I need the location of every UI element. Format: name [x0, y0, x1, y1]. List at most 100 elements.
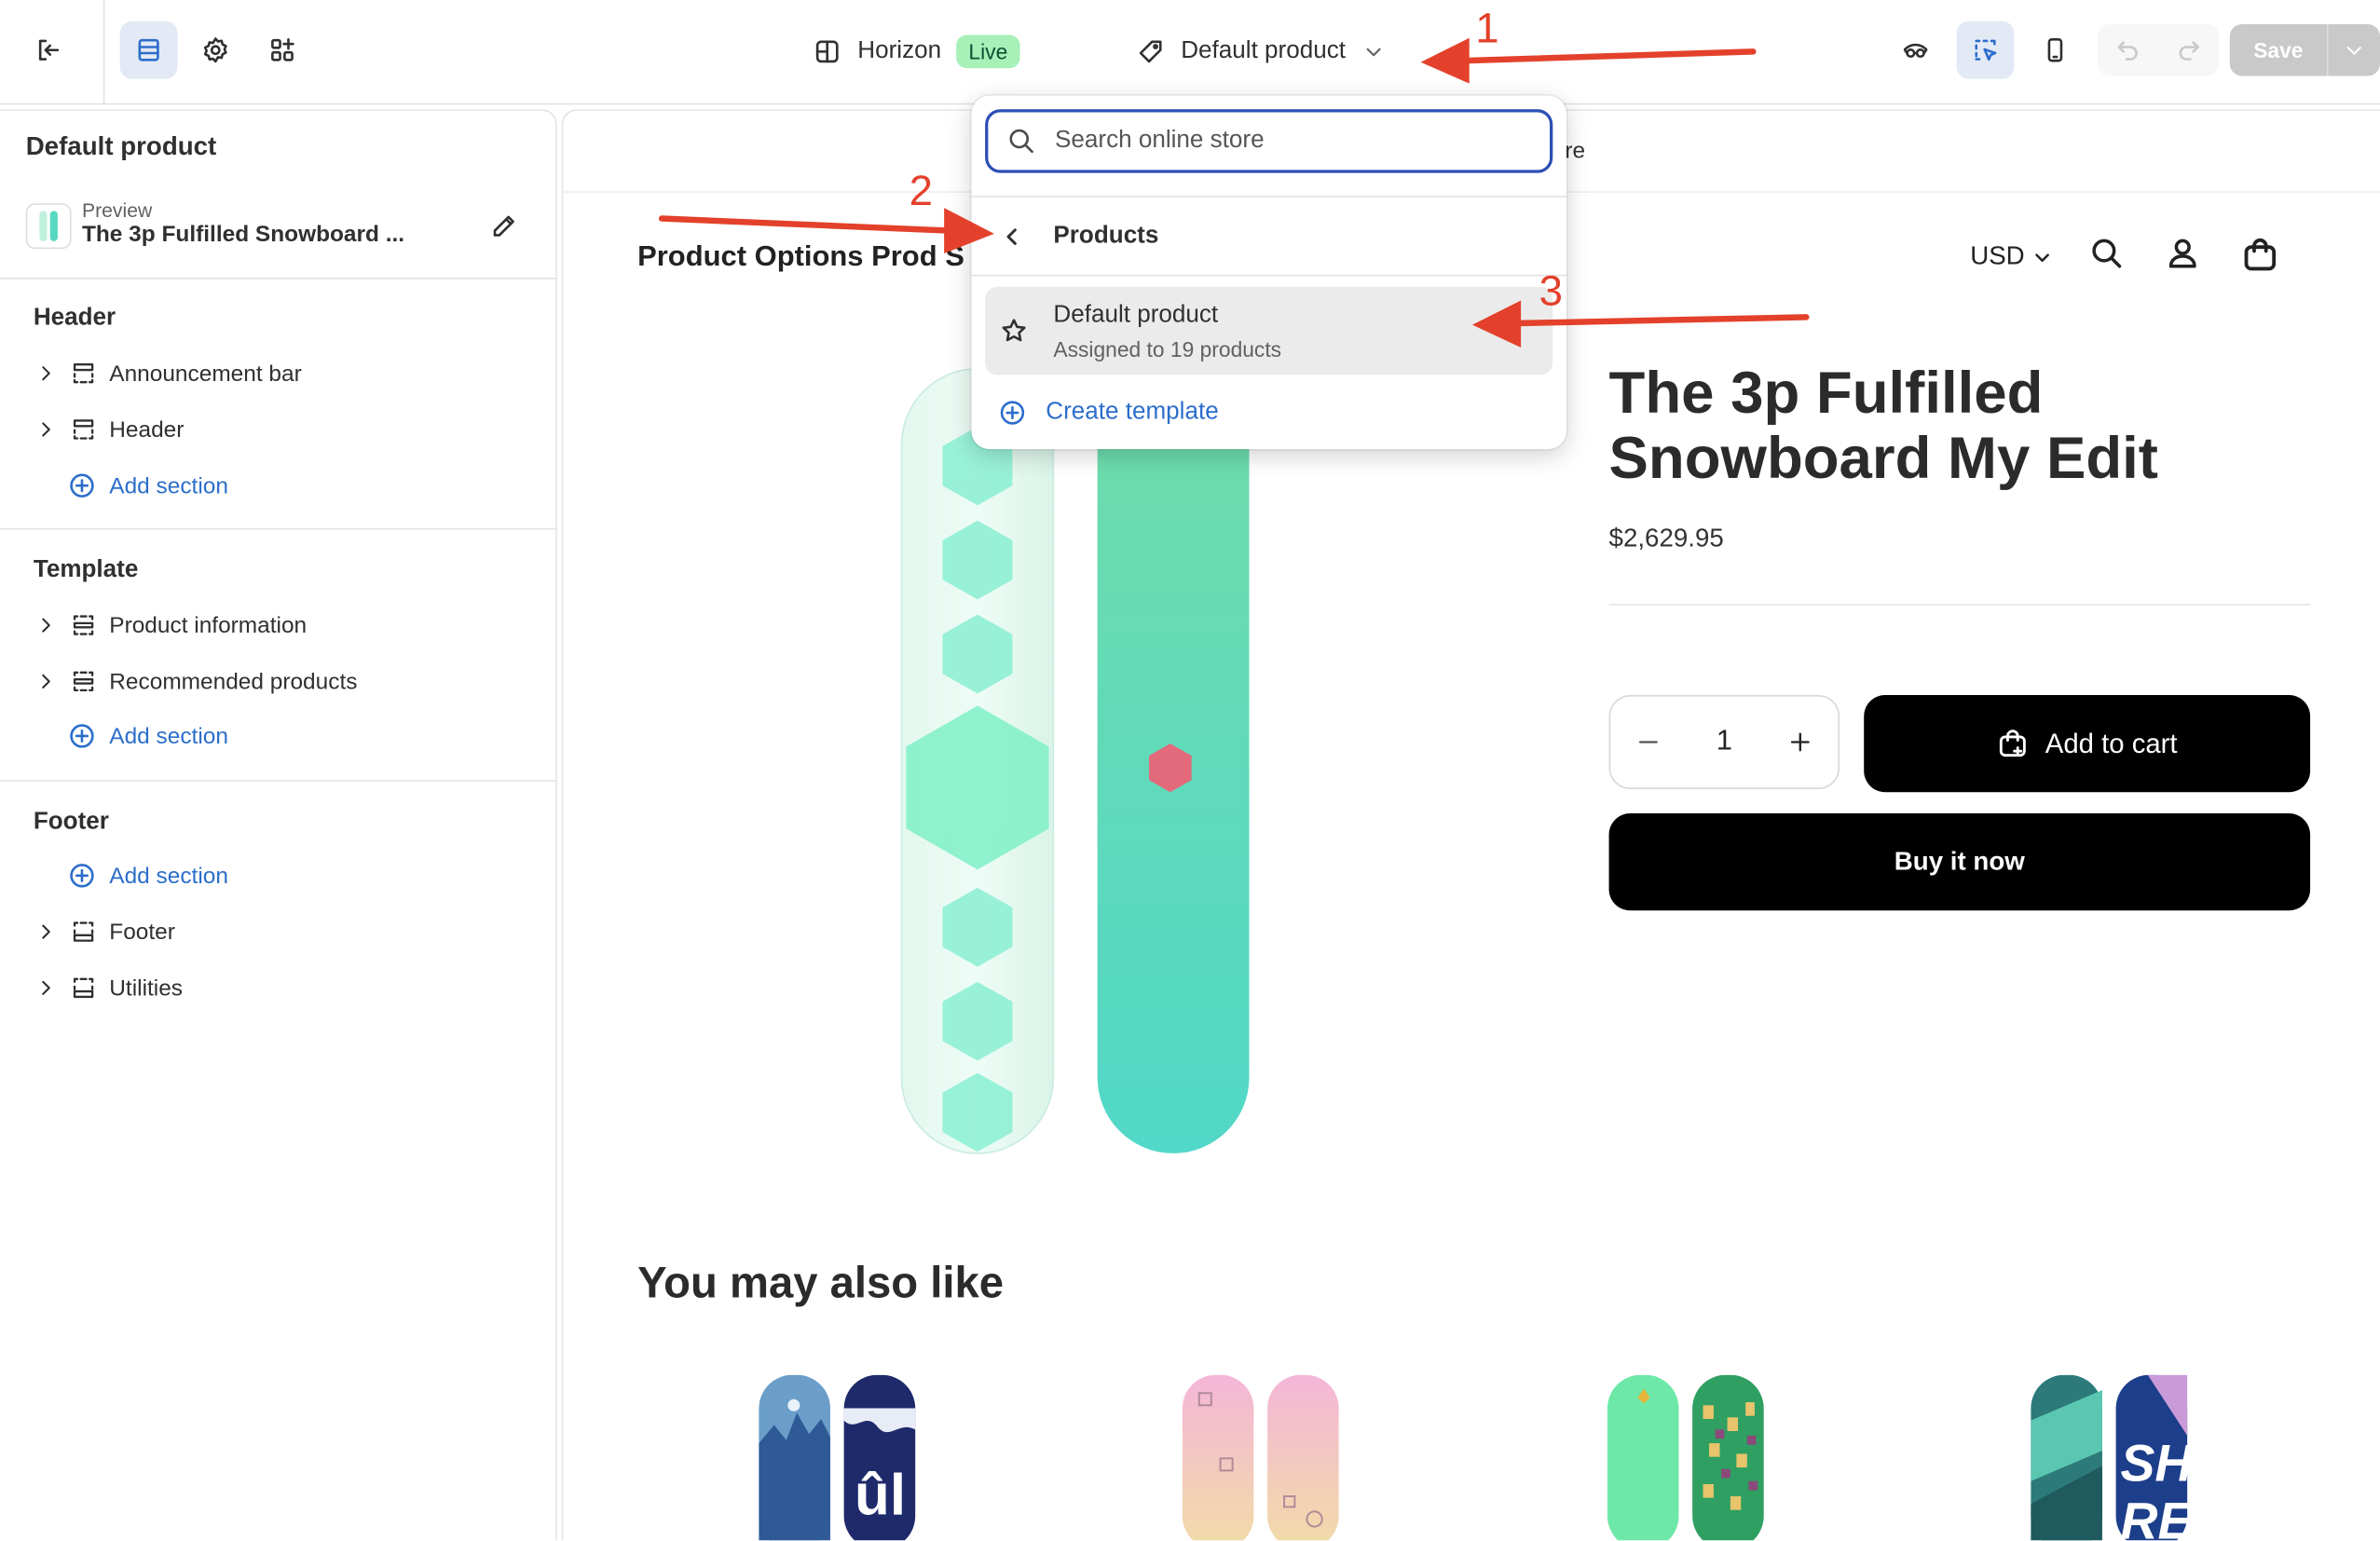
group-title-template: Template — [33, 556, 139, 583]
save-button[interactable]: Save — [2229, 24, 2327, 76]
product-title: The 3p Fulfilled Snowboard My Edit — [1608, 361, 2158, 492]
product-image[interactable] — [897, 368, 1262, 1158]
section-item-recommended-products[interactable]: Recommended products — [34, 661, 358, 703]
create-template-label: Create template — [1046, 399, 1219, 426]
exit-button[interactable] — [20, 21, 77, 79]
selector-tool-button[interactable] — [1956, 20, 2015, 79]
pencil-icon[interactable] — [488, 211, 519, 241]
inspector-button[interactable] — [1887, 21, 1945, 79]
recommended-product-image-3[interactable] — [1603, 1374, 1770, 1541]
section-layout-icon — [73, 921, 94, 942]
sections-icon — [138, 38, 159, 61]
template-picker-popover: Products Default product Assigned to 19 … — [971, 95, 1566, 450]
section-item-footer[interactable]: Footer — [34, 910, 175, 953]
template-selector[interactable]: Default product — [1135, 31, 1385, 74]
buy-it-now-button[interactable]: Buy it now — [1608, 813, 2311, 911]
theme-indicator[interactable]: Horizon Live — [812, 31, 1020, 74]
preview-product-name: The 3p Fulfilled Snowboard ... — [81, 221, 405, 248]
mobile-icon — [2047, 38, 2063, 62]
store-name[interactable]: Product Options Prod S — [637, 241, 964, 275]
plus-icon[interactable] — [1786, 729, 1813, 756]
cart-add-icon — [2000, 730, 2027, 757]
product-price: $2,629.95 — [1608, 523, 1724, 552]
group-title-footer: Footer — [33, 809, 109, 835]
section-item-announcement-bar[interactable]: Announcement bar — [34, 352, 302, 395]
recommended-product-image-4[interactable]: SH RE — [2026, 1374, 2194, 1541]
template-option-assignment: Assigned to 19 products — [1053, 336, 1282, 361]
recommended-product-image-1[interactable]: ûl — [755, 1374, 922, 1541]
search-input[interactable] — [1051, 126, 1544, 157]
topbar-divider — [103, 0, 105, 103]
exit-icon — [38, 39, 60, 61]
sections-tab-button[interactable] — [119, 20, 178, 79]
chevron-right-icon[interactable] — [34, 361, 58, 386]
section-label: Footer — [109, 919, 175, 945]
star-icon — [1002, 319, 1026, 342]
section-item-utilities[interactable]: Utilities — [34, 967, 183, 1010]
sidebar-divider — [0, 527, 556, 530]
chevron-right-icon[interactable] — [34, 975, 58, 1000]
add-section-label: Add section — [109, 862, 228, 889]
popover-divider — [971, 196, 1566, 198]
section-label: Recommended products — [109, 668, 358, 695]
section-label: Utilities — [109, 975, 184, 1002]
section-item-product-information[interactable]: Product information — [34, 604, 307, 647]
tag-icon — [1139, 40, 1162, 63]
sidebar-divider — [0, 278, 556, 280]
search-box — [985, 109, 1553, 173]
chevron-left-icon — [1006, 228, 1017, 245]
preview-thumbnail — [25, 203, 72, 250]
settings-icon — [203, 37, 227, 63]
section-item-header[interactable]: Header — [34, 408, 184, 451]
theme-settings-button[interactable] — [186, 21, 244, 79]
chevron-right-icon[interactable] — [34, 417, 58, 442]
search-icon — [1009, 129, 1033, 154]
store-header-icons — [2088, 235, 2279, 274]
apps-button[interactable] — [253, 21, 311, 79]
chevron-right-icon[interactable] — [34, 920, 58, 944]
quantity-value[interactable]: 1 — [1717, 726, 1732, 759]
add-to-cart-label: Add to cart — [2045, 728, 2178, 758]
plus-circle-icon — [70, 724, 94, 748]
section-layout-icon — [73, 615, 94, 635]
board-graphic-text: ûl — [855, 1464, 906, 1528]
back-to-products-button[interactable]: Products — [999, 217, 1159, 256]
add-section-header[interactable]: Add section — [67, 464, 228, 507]
editor-viewport: Horizon Live Default product Save Defaul… — [0, 0, 2380, 1541]
currency-selector[interactable]: USD — [1970, 241, 2053, 272]
add-to-cart-button[interactable]: Add to cart — [1864, 695, 2311, 793]
add-section-template[interactable]: Add section — [67, 715, 228, 757]
recommendations-title: You may also like — [637, 1259, 1005, 1309]
add-section-footer[interactable]: Add section — [67, 854, 228, 897]
section-layout-icon — [73, 671, 94, 692]
chevron-right-icon[interactable] — [34, 669, 58, 693]
recommended-product-image-2[interactable] — [1178, 1374, 1345, 1541]
redo-icon[interactable] — [2173, 34, 2204, 65]
snowboard-thumbnail-image — [39, 211, 58, 241]
chevron-right-icon[interactable] — [34, 613, 58, 637]
section-layout-icon — [73, 977, 94, 999]
top-bar: Horizon Live Default product Save — [0, 0, 2380, 105]
minus-icon[interactable] — [1635, 729, 1662, 756]
template-name: Default product — [1181, 37, 1346, 64]
board-graphic-text: SH — [2120, 1435, 2193, 1493]
preview-label: Preview — [81, 198, 153, 222]
section-layout-icon — [73, 362, 94, 384]
create-template-button[interactable]: Create template — [997, 393, 1219, 432]
mobile-preview-button[interactable] — [2026, 21, 2084, 79]
cart-icon[interactable] — [2240, 235, 2279, 274]
template-option-default-product[interactable]: Default product Assigned to 19 products — [985, 286, 1553, 375]
section-label: Announcement bar — [109, 360, 302, 387]
add-section-label: Add section — [109, 472, 228, 499]
undo-icon[interactable] — [2113, 34, 2143, 65]
annotation-number-1: 1 — [1475, 4, 1499, 52]
quantity-stepper: 1 — [1608, 695, 1840, 789]
back-label: Products — [1053, 223, 1159, 250]
section-layout-icon — [73, 419, 94, 440]
search-icon[interactable] — [2088, 235, 2125, 271]
save-options-button[interactable] — [2326, 24, 2380, 76]
account-icon[interactable] — [2165, 235, 2201, 271]
preview-product-row[interactable]: Preview The 3p Fulfilled Snowboard ... — [25, 198, 542, 259]
price-divider — [1608, 604, 2311, 606]
selector-icon — [1975, 39, 1997, 61]
